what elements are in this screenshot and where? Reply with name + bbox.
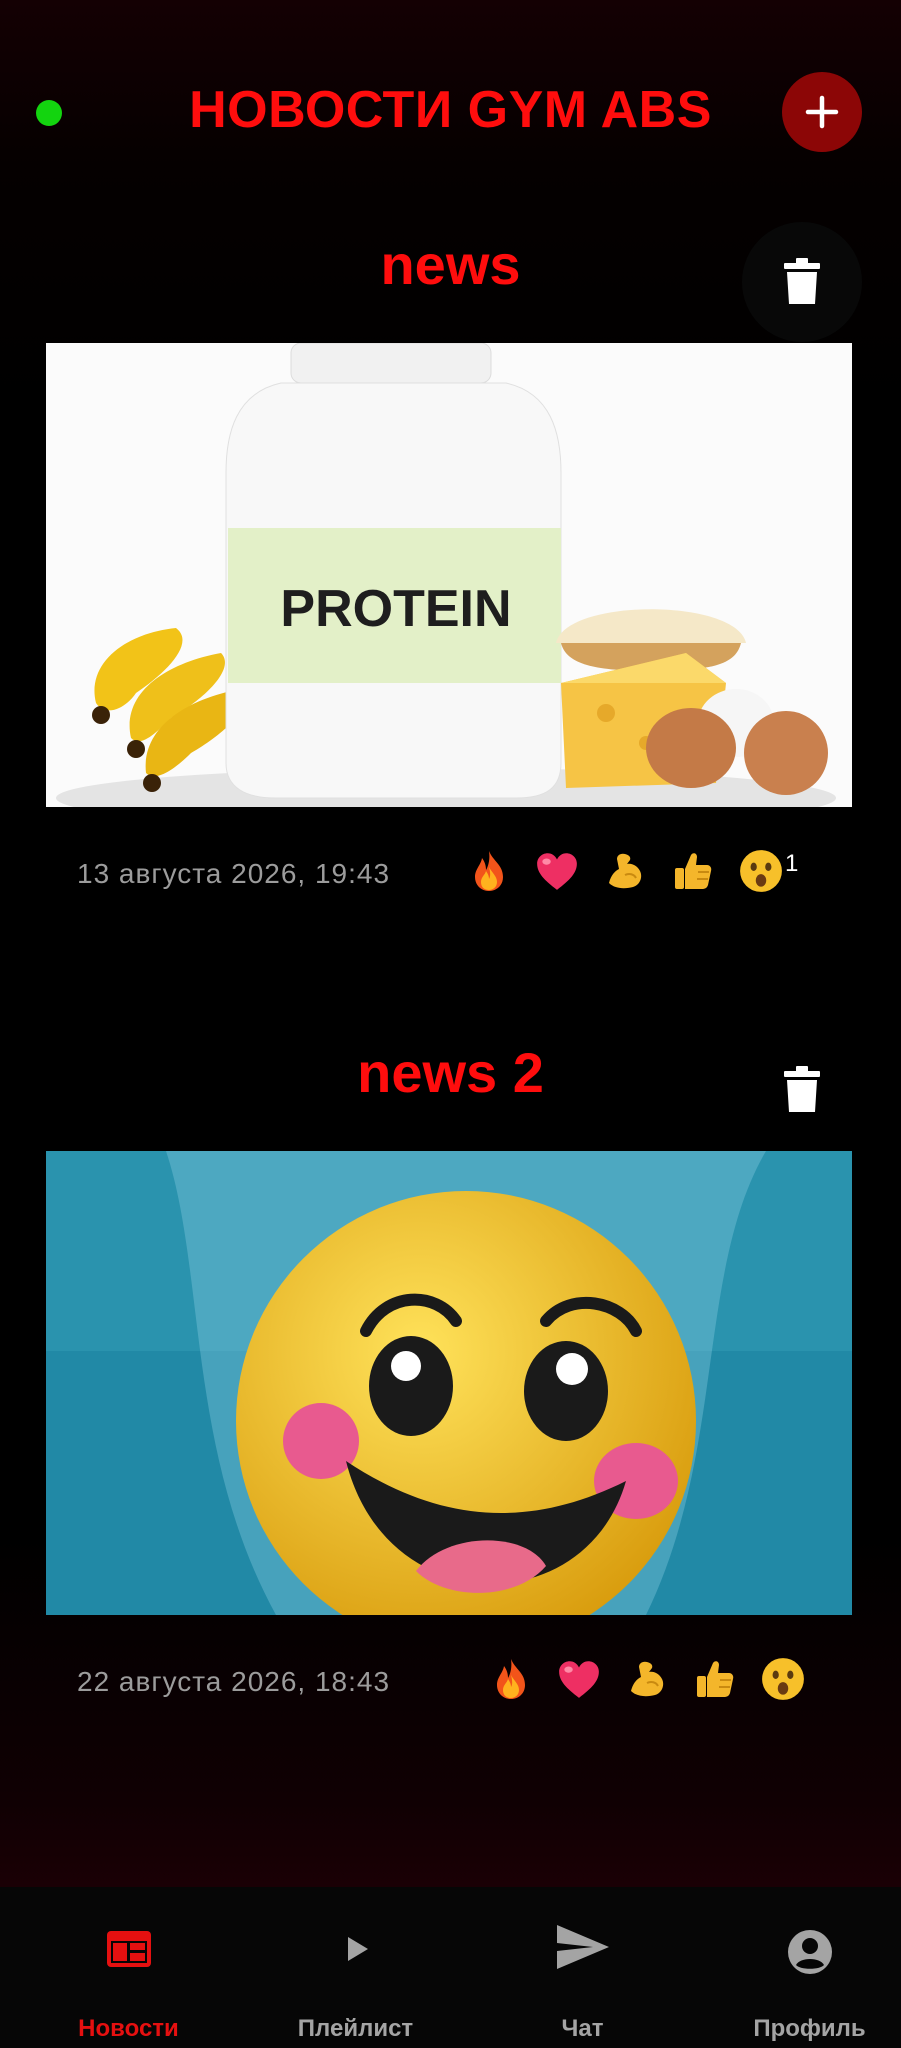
fire-icon [468, 849, 510, 893]
play-icon [347, 1937, 368, 1961]
flexed-biceps-icon [625, 1657, 669, 1701]
reaction-heart[interactable] [523, 850, 591, 892]
nav-label: Новости [78, 2015, 179, 2042]
bottom-navigation: Новости Плейлист Чат Профиль [0, 1887, 901, 2048]
label-text: PROTEIN [280, 580, 511, 638]
page-title: НОВОСТИ GYM ABS [189, 81, 712, 139]
nav-item-chat[interactable]: Чат [470, 1887, 695, 2048]
thumbs-up-icon [671, 849, 715, 893]
reaction-thumbs-up[interactable] [659, 849, 727, 893]
nav-label: Профиль [753, 2015, 866, 2042]
nav-item-news[interactable]: Новости [16, 1887, 241, 2048]
news-icon [106, 1931, 151, 1967]
post-image: PROTEIN [46, 343, 852, 807]
flexed-biceps-icon [603, 849, 647, 893]
fire-icon [490, 1657, 532, 1701]
send-icon [556, 1925, 609, 1969]
add-post-button[interactable] [782, 72, 862, 152]
reaction-fire[interactable] [477, 1657, 545, 1701]
reaction-surprised[interactable] [749, 1656, 817, 1702]
trash-icon [784, 258, 820, 304]
reaction-surprised[interactable]: 1 [727, 848, 799, 894]
nav-label: Чат [561, 2015, 604, 2042]
nav-item-profile[interactable]: Профиль [697, 1887, 901, 2048]
nav-label: Плейлист [297, 2015, 414, 2042]
delete-post-button[interactable] [742, 1030, 862, 1150]
reaction-thumbs-up[interactable] [681, 1657, 749, 1701]
post-date: 22 августа 2026, 18:43 [77, 1666, 391, 1697]
reaction-count: 1 [785, 850, 799, 877]
reaction-bar [477, 1656, 817, 1702]
delete-post-button[interactable] [742, 222, 862, 342]
reaction-bar: 1 [455, 848, 799, 894]
trash-icon [784, 1066, 820, 1112]
surprised-face-icon [760, 1656, 806, 1702]
post-image [46, 1151, 852, 1615]
reaction-heart[interactable] [545, 1658, 613, 1700]
surprised-face-icon [738, 848, 784, 894]
thumbs-up-icon [693, 1657, 737, 1701]
post-date: 13 августа 2026, 19:43 [77, 858, 391, 889]
account-circle-icon [787, 1930, 832, 1974]
reaction-biceps[interactable] [613, 1657, 681, 1701]
reaction-fire[interactable] [455, 849, 523, 893]
nav-item-playlist[interactable]: Плейлист [243, 1887, 468, 2048]
heart-icon [556, 1658, 602, 1700]
plus-icon [805, 95, 839, 129]
reaction-biceps[interactable] [591, 849, 659, 893]
heart-icon [534, 850, 580, 892]
